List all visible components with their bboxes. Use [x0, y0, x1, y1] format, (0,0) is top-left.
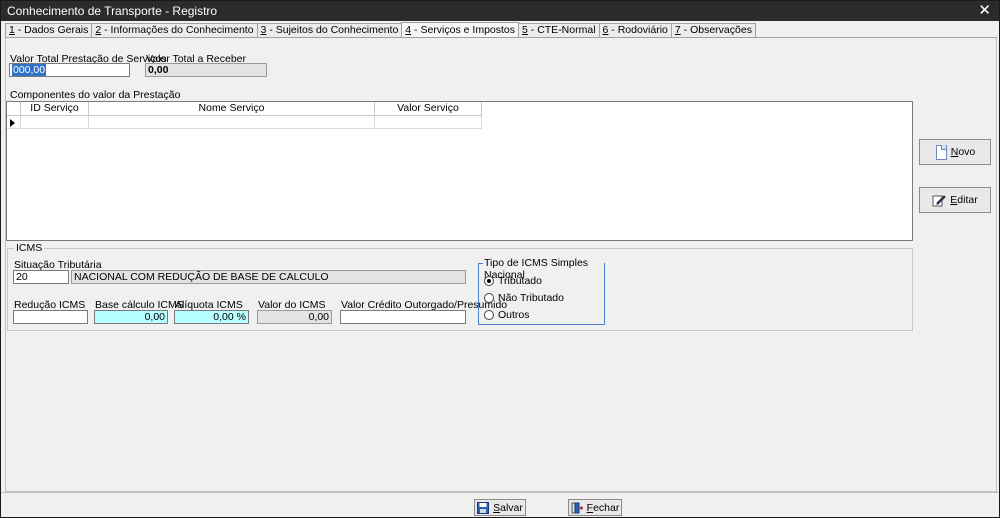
cell-id-servico[interactable]	[21, 116, 89, 129]
close-icon[interactable]: ✕	[978, 2, 991, 19]
componentes-grid[interactable]: ID Serviço Nome Serviço Valor Serviço	[6, 101, 913, 241]
tab-servicos-impostos[interactable]: 4 - Serviços e Impostos	[401, 22, 520, 38]
tab-dados-gerais[interactable]: 1 - Dados Gerais	[5, 23, 93, 37]
new-document-icon	[935, 145, 947, 160]
column-id-servico[interactable]: ID Serviço	[21, 102, 89, 116]
radio-selected-icon	[484, 276, 494, 286]
valor-credito-input[interactable]	[340, 310, 466, 324]
novo-button[interactable]: Novo	[919, 139, 991, 165]
salvar-button-label: Salvar	[493, 501, 523, 514]
valor-total-prestacao-value: 000,00	[12, 64, 47, 76]
reducao-icms-input[interactable]	[13, 310, 88, 324]
radio-outros[interactable]: Outros	[484, 309, 530, 321]
radio-unselected-icon	[484, 293, 494, 303]
tipo-icms-simples-group: Tipo de ICMS Simples Nacional Tributado …	[478, 257, 605, 325]
table-row[interactable]	[7, 116, 482, 129]
valor-total-receber-field: 0,00	[145, 63, 267, 77]
row-pointer-icon	[10, 119, 15, 127]
cell-valor-servico[interactable]	[375, 116, 482, 129]
tab-strip: 1 - Dados Gerais 2 - Informações do Conh…	[5, 22, 756, 38]
tab-cte-normal[interactable]: 5 - CTE-Normal	[518, 23, 600, 37]
base-calculo-icms-input[interactable]: 0,00	[94, 310, 168, 324]
radio-tributado[interactable]: Tributado	[484, 275, 542, 287]
situacao-tributaria-code-input[interactable]: 20	[13, 270, 69, 284]
fechar-button[interactable]: Fechar	[568, 499, 622, 516]
window-title: Conhecimento de Transporte - Registro	[7, 4, 218, 18]
radio-tributado-label: Tributado	[498, 275, 542, 287]
app-window: Conhecimento de Transporte - Registro ✕ …	[0, 0, 1000, 518]
tab-informacoes-conhecimento[interactable]: 2 - Informações do Conhecimento	[91, 23, 258, 37]
edit-pencil-icon	[932, 195, 946, 207]
situacao-tributaria-description: NACIONAL COM REDUÇÃO DE BASE DE CALCULO	[71, 270, 466, 284]
aliquota-icms-input[interactable]: 0,00 %	[174, 310, 249, 324]
salvar-button[interactable]: Salvar	[474, 499, 526, 516]
save-disk-icon	[477, 501, 490, 514]
valor-total-prestacao-input[interactable]: 000,00	[9, 63, 130, 77]
radio-unselected-icon	[484, 310, 494, 320]
cell-nome-servico[interactable]	[89, 116, 375, 129]
valor-icms-field: 0,00	[257, 310, 332, 324]
componentes-label: Componentes do valor da Prestação	[10, 89, 181, 101]
grid-corner	[7, 102, 21, 116]
radio-nao-tributado[interactable]: Não Tributado	[484, 292, 564, 304]
novo-button-label: Novo	[950, 146, 976, 158]
radio-outros-label: Outros	[498, 309, 530, 321]
icms-group-label: ICMS	[14, 242, 45, 254]
editar-button[interactable]: Editar	[919, 187, 991, 213]
column-nome-servico[interactable]: Nome Serviço	[89, 102, 375, 116]
row-indicator	[7, 116, 21, 129]
fechar-button-label: Fechar	[586, 501, 620, 514]
radio-nao-tributado-label: Não Tributado	[498, 292, 564, 304]
exit-door-icon	[571, 502, 583, 513]
column-valor-servico[interactable]: Valor Serviço	[375, 102, 482, 116]
editar-button-label: Editar	[950, 194, 978, 206]
tab-sujeitos-conhecimento[interactable]: 3 - Sujeitos do Conhecimento	[256, 23, 403, 37]
title-bar: Conhecimento de Transporte - Registro ✕	[1, 1, 999, 21]
tab-observacoes[interactable]: 7 - Observações	[670, 23, 756, 37]
tab-rodoviario[interactable]: 6 - Rodoviário	[598, 23, 672, 37]
grid-header: ID Serviço Nome Serviço Valor Serviço	[7, 102, 482, 116]
